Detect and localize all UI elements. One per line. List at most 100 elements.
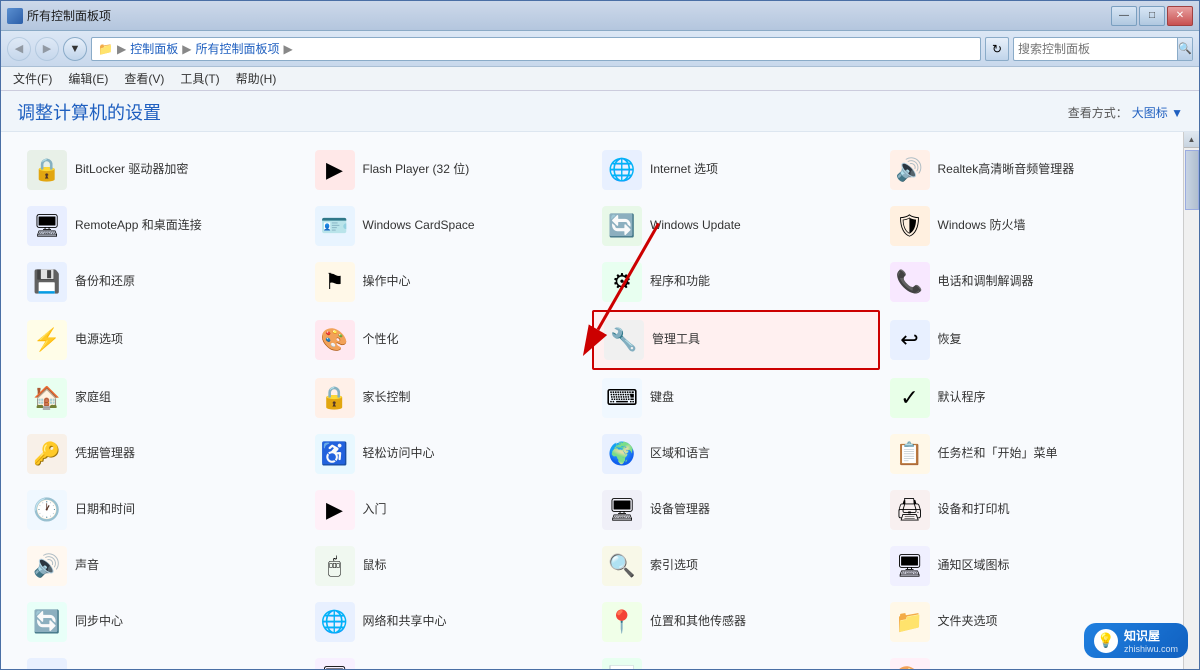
list-item[interactable]: 🔊 声音 (17, 538, 305, 594)
item-icon: 🎨 (315, 320, 355, 360)
item-label: Windows CardSpace (363, 218, 475, 234)
view-label: 查看方式： (1068, 104, 1128, 121)
item-label: Windows 防火墙 (938, 218, 1026, 234)
item-icon: 🪪 (315, 206, 355, 246)
list-item[interactable]: 🪪 Windows CardSpace (305, 198, 593, 254)
list-item[interactable]: 🌐 网络和共享中心 (305, 594, 593, 650)
list-item[interactable]: ▶ 入门 (305, 482, 593, 538)
list-item[interactable]: ▶ Flash Player (32 位) (305, 142, 593, 198)
list-item[interactable]: ↩ 恢复 (880, 310, 1168, 370)
item-label: 程序和功能 (650, 274, 710, 290)
folder-icon (7, 8, 23, 24)
list-item[interactable]: ⚙ 程序和功能 (592, 254, 880, 310)
titlebar-controls: — □ ✕ (1111, 6, 1193, 26)
list-item[interactable]: 🔊 Realtek高清晰音频管理器 (880, 142, 1168, 198)
item-icon: 🔊 (27, 546, 67, 586)
list-item[interactable]: 🖥 通知区域图标 (880, 538, 1168, 594)
list-item[interactable]: 🖥 设备管理器 (592, 482, 880, 538)
list-item[interactable]: 🔑 凭据管理器 (17, 426, 305, 482)
path-segment-2: 所有控制面板项 (195, 40, 279, 57)
item-icon: 🖨 (890, 490, 930, 530)
address-bar[interactable]: 📁 ▶ 控制面板 ▶ 所有控制面板项 ▶ (91, 37, 981, 61)
item-icon: ▶ (315, 150, 355, 190)
item-icon: ⚑ (315, 262, 355, 302)
list-item[interactable]: 📍 位置和其他传感器 (592, 594, 880, 650)
list-item[interactable]: 🌍 区域和语言 (592, 426, 880, 482)
list-item[interactable]: ✓ 默认程序 (880, 370, 1168, 426)
list-item[interactable]: 🔍 索引选项 (592, 538, 880, 594)
item-icon: 🎨 (890, 658, 930, 669)
titlebar-left: 所有控制面板项 (7, 7, 111, 24)
minimize-button[interactable]: — (1111, 6, 1137, 26)
navbar: ◀ ▶ ▼ 📁 ▶ 控制面板 ▶ 所有控制面板项 ▶ ↻ 🔍 (1, 31, 1199, 67)
menu-edit[interactable]: 编辑(E) (60, 68, 116, 89)
path-sep3: ▶ (283, 42, 292, 56)
list-item[interactable]: 🏠 家庭组 (17, 370, 305, 426)
item-icon: 🛡 (890, 206, 930, 246)
dropdown-button[interactable]: ▼ (63, 37, 87, 61)
watermark-text: 知识屋 zhishiwu.com (1124, 627, 1178, 654)
list-item[interactable]: 🌐 Internet 选项 (592, 142, 880, 198)
close-button[interactable]: ✕ (1167, 6, 1193, 26)
menubar: 文件(F) 编辑(E) 查看(V) 工具(T) 帮助(H) (1, 67, 1199, 91)
list-item[interactable]: 🖨 设备和打印机 (880, 482, 1168, 538)
item-label: 声音 (75, 558, 99, 574)
menu-view[interactable]: 查看(V) (116, 68, 172, 89)
list-item[interactable]: 🖥 显示 (305, 650, 593, 669)
item-label: 同步中心 (75, 614, 123, 630)
view-controls: 查看方式： 大图标 ▼ (1068, 104, 1183, 121)
item-label: 鼠标 (363, 558, 387, 574)
list-item[interactable]: 🔧 管理工具 (592, 310, 880, 370)
item-label: 日期和时间 (75, 502, 135, 518)
list-item[interactable]: 🔄 同步中心 (17, 594, 305, 650)
item-icon: 📋 (890, 434, 930, 474)
list-item[interactable]: ⚑ 操作中心 (305, 254, 593, 310)
item-label: 网络和共享中心 (363, 614, 447, 630)
item-label: 位置和其他传感器 (650, 614, 746, 630)
path-icon: 📁 (98, 42, 113, 56)
list-item[interactable]: 🔒 BitLocker 驱动器加密 (17, 142, 305, 198)
forward-button[interactable]: ▶ (35, 37, 59, 61)
list-item[interactable]: ⌨ 键盘 (592, 370, 880, 426)
path-segment-1: 控制面板 (130, 40, 178, 57)
item-icon: ▶ (315, 490, 355, 530)
list-item[interactable]: 💾 备份和还原 (17, 254, 305, 310)
item-icon: 🔒 (27, 150, 67, 190)
list-item[interactable]: ⚡ 电源选项 (17, 310, 305, 370)
scrollbar[interactable]: ▲ (1183, 132, 1199, 669)
item-icon: 💻 (27, 658, 67, 669)
item-icon: 📁 (890, 602, 930, 642)
search-input[interactable] (1014, 42, 1177, 56)
item-icon: 🔧 (604, 320, 644, 360)
menu-help[interactable]: 帮助(H) (228, 68, 285, 89)
item-icon: 🔑 (27, 434, 67, 474)
list-item[interactable]: 📊 性能信息和工具 (592, 650, 880, 669)
list-item[interactable]: 📞 电话和调制解调器 (880, 254, 1168, 310)
view-type-link[interactable]: 大图标 ▼ (1132, 104, 1183, 121)
maximize-button[interactable]: □ (1139, 6, 1165, 26)
list-item[interactable]: ♿ 轻松访问中心 (305, 426, 593, 482)
item-label: Realtek高清晰音频管理器 (938, 162, 1075, 178)
list-item[interactable]: 🛡 Windows 防火墙 (880, 198, 1168, 254)
scroll-thumb[interactable] (1185, 150, 1199, 210)
list-item[interactable]: 🔒 家长控制 (305, 370, 593, 426)
item-icon: 💾 (27, 262, 67, 302)
list-item[interactable]: 🔄 Windows Update (592, 198, 880, 254)
menu-file[interactable]: 文件(F) (5, 68, 60, 89)
page-title: 调整计算机的设置 (17, 99, 161, 125)
list-item[interactable]: 💻 系统 (17, 650, 305, 669)
back-button[interactable]: ◀ (7, 37, 31, 61)
scroll-up-arrow[interactable]: ▲ (1184, 132, 1200, 148)
list-item[interactable]: 🎨 个性化 (305, 310, 593, 370)
list-item[interactable]: 🖱 鼠标 (305, 538, 593, 594)
item-icon: 🖥 (890, 546, 930, 586)
menu-tools[interactable]: 工具(T) (172, 68, 227, 89)
list-item[interactable]: 📋 任务栏和「开始」菜单 (880, 426, 1168, 482)
item-label: 家长控制 (363, 390, 411, 406)
item-icon: 🕐 (27, 490, 67, 530)
list-item[interactable]: 🖥 RemoteApp 和桌面连接 (17, 198, 305, 254)
list-item[interactable]: 🕐 日期和时间 (17, 482, 305, 538)
refresh-button[interactable]: ↻ (985, 37, 1009, 61)
item-icon: 🔊 (890, 150, 930, 190)
search-button[interactable]: 🔍 (1177, 37, 1192, 61)
